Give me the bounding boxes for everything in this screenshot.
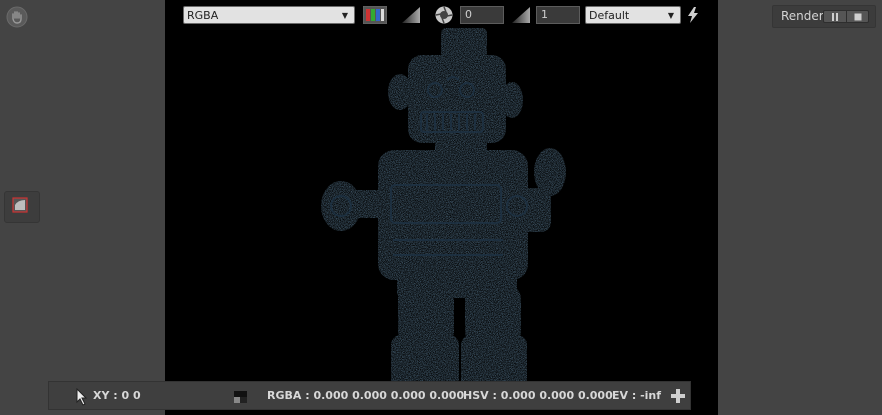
cursor-arrow-icon	[76, 388, 88, 406]
gamma-field-value: 1	[541, 8, 548, 21]
region-tool-button[interactable]	[4, 191, 40, 223]
channel-dropdown[interactable]: RGBA ▼	[183, 6, 355, 24]
display-dropdown-value: Default	[589, 9, 630, 22]
color-channels-icon[interactable]	[363, 6, 387, 24]
gradient-ramp-icon[interactable]	[401, 6, 421, 24]
lightning-icon[interactable]	[687, 7, 699, 23]
pixel-info-bar: XY : 0 0 RGBA : 0.000 0.000 0.000 0.000 …	[48, 381, 691, 410]
chevron-down-icon: ▼	[667, 11, 674, 20]
display-dropdown[interactable]: Default ▼	[585, 6, 681, 24]
aperture-icon[interactable]	[435, 6, 453, 24]
render-panel: Render	[772, 5, 876, 28]
ev-readout: EV : -inf	[612, 389, 662, 402]
color-swatch-icon	[234, 391, 247, 403]
render-label: Render	[781, 9, 824, 23]
hsv-readout: HSV : 0.000 0.000 0.000	[463, 389, 613, 402]
hand-icon	[6, 6, 28, 28]
robot-render-image	[321, 28, 566, 390]
stop-icon[interactable]	[853, 12, 863, 22]
exposure-field[interactable]: 0	[460, 6, 504, 24]
rgba-readout: RGBA : 0.000 0.000 0.000 0.000	[267, 389, 465, 402]
channel-dropdown-value: RGBA	[187, 9, 219, 22]
xy-readout: XY : 0 0	[93, 389, 141, 402]
crop-region-icon	[12, 197, 28, 213]
chevron-down-icon: ▼	[341, 11, 348, 20]
crosshair-plus-icon[interactable]	[671, 389, 685, 403]
exposure-field-value: 0	[465, 8, 472, 21]
gamma-field[interactable]: 1	[536, 6, 580, 24]
gradient-ramp-icon[interactable]	[511, 6, 531, 24]
render-controls	[823, 10, 869, 23]
pause-icon[interactable]	[830, 12, 840, 22]
hand-tool-button[interactable]	[6, 6, 28, 28]
render-viewport[interactable]	[165, 0, 718, 415]
